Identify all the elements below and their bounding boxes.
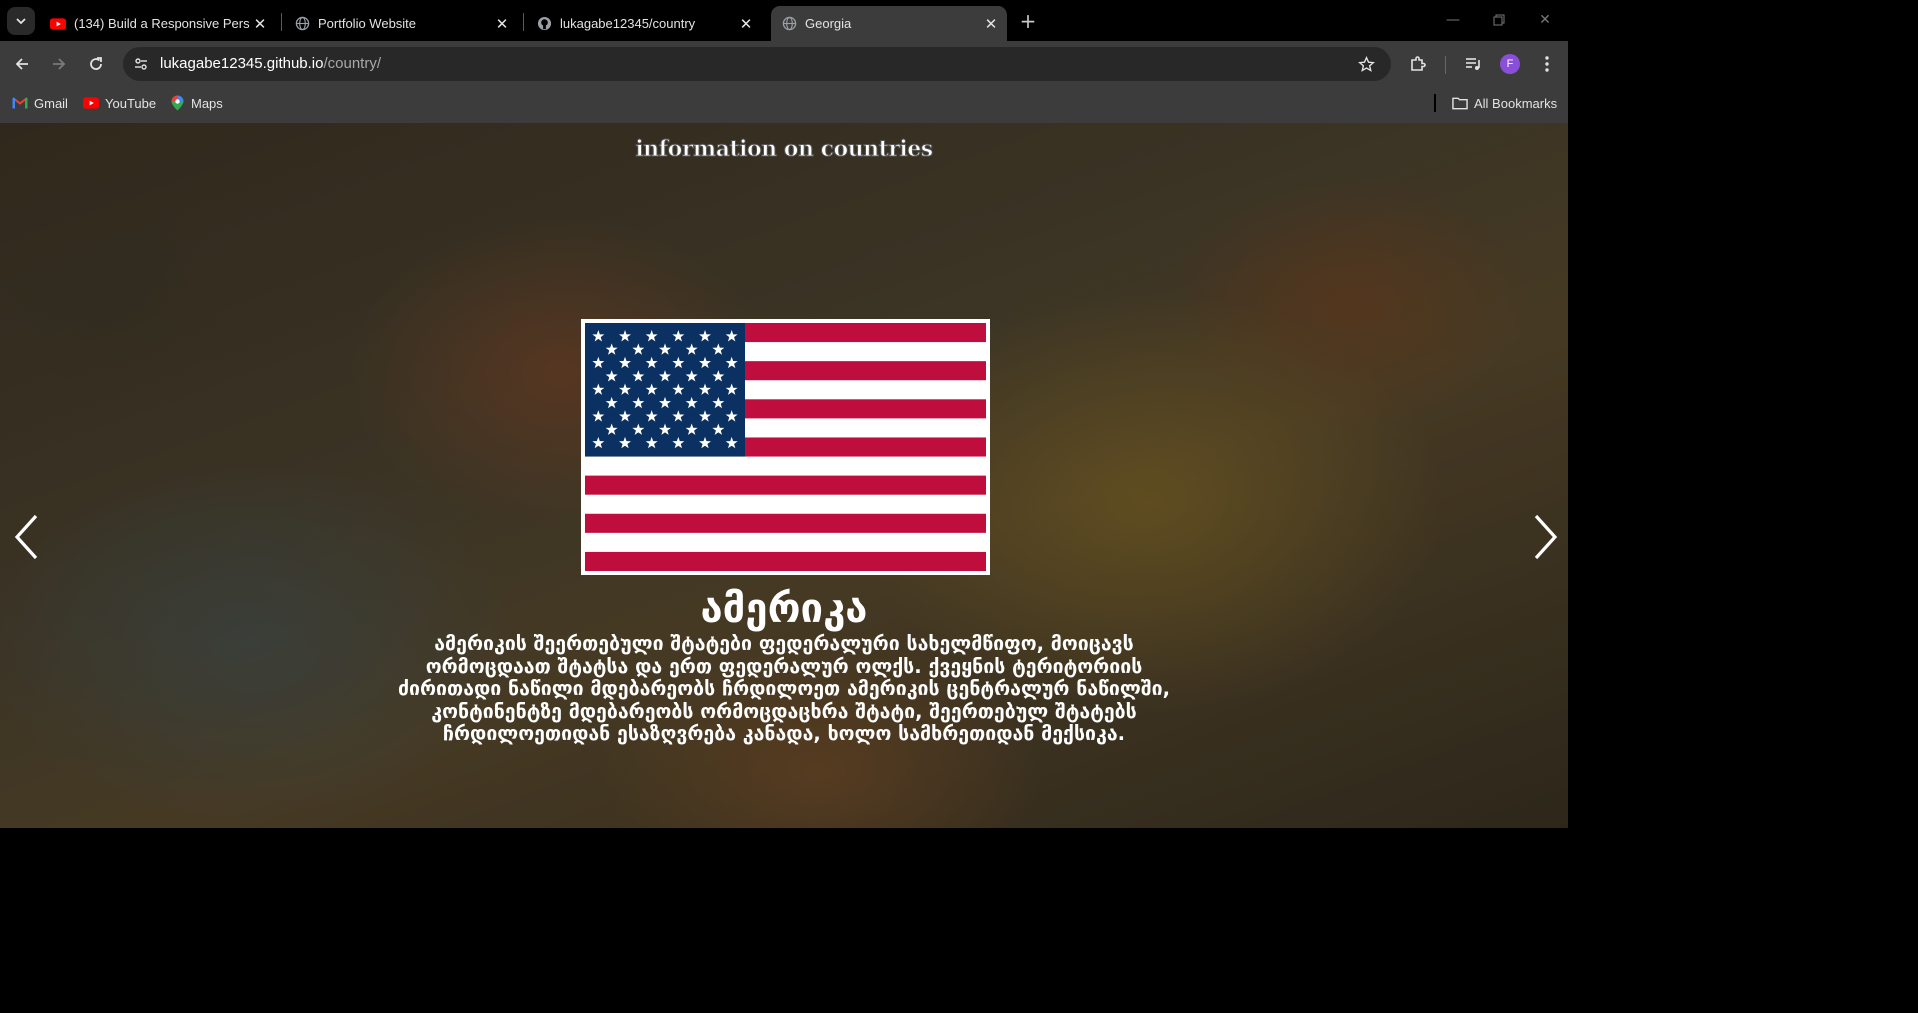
bookmark-label: Gmail [34, 95, 68, 111]
close-tab-icon[interactable]: ✕ [250, 14, 270, 34]
chevron-left-icon [14, 514, 38, 560]
minimize-icon[interactable]: — [1438, 8, 1468, 32]
tab-title: (134) Build a Responsive Personal Portfo… [74, 16, 250, 31]
gmail-icon [12, 95, 28, 111]
bookmark-label: YouTube [105, 95, 157, 111]
close-window-icon[interactable]: ✕ [1530, 8, 1560, 32]
tab-strip: (134) Build a Responsive Personal Portfo… [0, 0, 1568, 41]
address-bar[interactable]: lukagabe12345.github.io/country/ [123, 47, 1391, 81]
maps-icon [169, 95, 185, 111]
bookmarks-bar: Gmail YouTube Maps All Bookmarks [0, 87, 1568, 123]
close-tab-icon[interactable]: ✕ [492, 14, 512, 34]
previous-country-button[interactable] [6, 511, 46, 563]
flag-stripe [585, 475, 986, 495]
toolbar-separator [1445, 56, 1446, 74]
tab-youtube[interactable]: (134) Build a Responsive Personal Portfo… [40, 6, 276, 41]
close-tab-icon[interactable]: ✕ [736, 14, 756, 34]
chevron-right-icon [1534, 514, 1558, 560]
flag-canton [585, 323, 745, 457]
flag-stripe [585, 513, 986, 533]
profile-avatar[interactable]: F [1500, 54, 1520, 74]
bookmark-maps[interactable]: Maps [169, 95, 223, 111]
back-arrow-icon[interactable] [9, 51, 35, 77]
youtube-icon [50, 16, 66, 32]
url-path: /country/ [323, 55, 382, 72]
url-host: lukagabe12345.github.io [160, 55, 324, 72]
restore-icon[interactable] [1484, 8, 1514, 32]
reload-icon[interactable] [83, 51, 109, 77]
globe-icon [781, 16, 797, 32]
tab-portfolio-website[interactable]: Portfolio Website ✕ [284, 6, 518, 41]
bookmark-youtube[interactable]: YouTube [83, 95, 156, 111]
page-heading: information on countries [635, 136, 934, 163]
browser-toolbar: lukagabe12345.github.io/country/ F [0, 41, 1568, 87]
more-menu-icon[interactable] [1534, 51, 1560, 77]
extensions-puzzle-icon[interactable] [1405, 51, 1431, 77]
bookmark-gmail[interactable]: Gmail [12, 95, 68, 111]
new-tab-button[interactable]: + [1016, 9, 1040, 33]
bookmarks-separator [1434, 94, 1436, 112]
tab-title: Portfolio Website [318, 16, 417, 31]
tab-title: Georgia [805, 16, 852, 31]
country-description: ამერიკის შეერთებული შტატები ფედერალური ს… [397, 632, 1171, 745]
media-controls-icon[interactable] [1460, 51, 1486, 77]
url-text: lukagabe12345.github.io/country/ [160, 55, 381, 72]
tab-title: lukagabe12345/country [560, 16, 696, 31]
flag-stripe [585, 551, 986, 571]
country-name: ამერიკა [700, 586, 868, 632]
globe-icon [294, 16, 310, 32]
united-states-flag [585, 323, 986, 571]
chevron-down-icon [16, 18, 26, 25]
all-bookmarks-label: All Bookmarks [1474, 95, 1558, 111]
bookmark-label: Maps [191, 95, 223, 111]
tab-github-repo[interactable]: lukagabe12345/country ✕ [526, 6, 762, 41]
tab-separator [523, 13, 524, 31]
youtube-icon [83, 95, 99, 111]
next-country-button[interactable] [1526, 511, 1566, 563]
forward-arrow-icon[interactable] [46, 51, 72, 77]
site-info-icon[interactable] [129, 52, 153, 76]
close-tab-icon[interactable]: ✕ [981, 14, 1001, 34]
tab-separator [281, 13, 282, 31]
folder-icon [1452, 95, 1468, 111]
github-icon [536, 16, 552, 32]
tab-search-button[interactable] [7, 7, 35, 35]
tab-georgia[interactable]: Georgia ✕ [771, 6, 1007, 41]
page-content: information on countries ამერიკა ამერიკი… [0, 123, 1568, 828]
country-flag-frame [581, 319, 990, 575]
all-bookmarks-button[interactable]: All Bookmarks [1452, 95, 1557, 111]
bookmark-star-icon[interactable] [1355, 53, 1377, 75]
